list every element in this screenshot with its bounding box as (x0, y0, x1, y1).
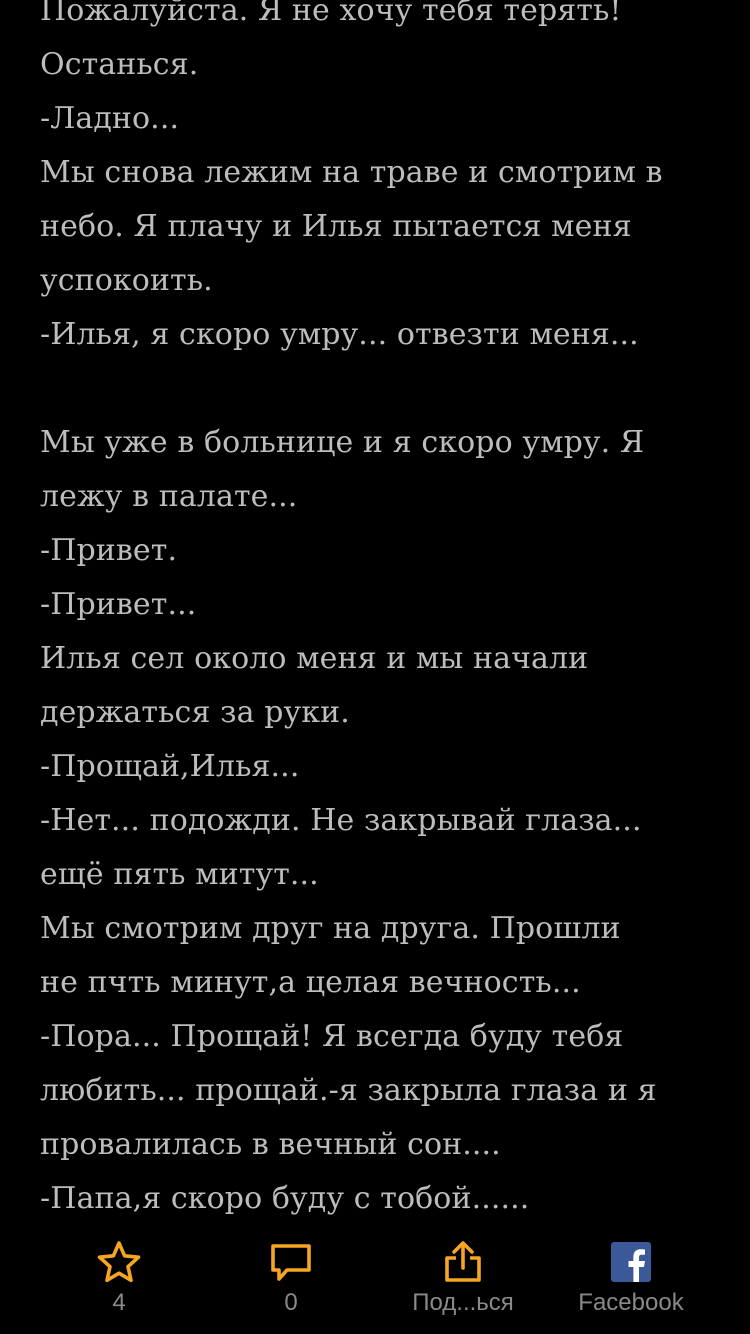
facebook-button[interactable]: Facebook (541, 1230, 721, 1334)
share-label: Под...ься (412, 1289, 514, 1316)
story-line: -Илья, я скоро умру... отвезти меня... (40, 317, 639, 352)
story-line: -Пора... Прощай! Я всегда буду тебя (40, 1019, 624, 1054)
story-text: Пожалуйста. Я не хочу тебя терять! Остан… (40, 0, 710, 1226)
comments-button[interactable]: 0 (201, 1230, 381, 1334)
story-line: -Нет... подожди. Не закрывай глаза... (40, 803, 642, 838)
story-line: небо. Я плачу и Илья пытается меня (40, 209, 632, 244)
rating-count: 4 (112, 1289, 126, 1316)
story-line: -Ладно... (40, 101, 180, 136)
story-line: любить... прощай.-я закрыла глаза и я (40, 1073, 657, 1108)
story-line: успокоить. (40, 263, 213, 298)
story-line: -Прощай,Илья... (40, 749, 300, 784)
story-line: -Привет. (40, 533, 178, 568)
comment-icon (269, 1240, 313, 1284)
story-line: -Привет... (40, 587, 197, 622)
story-line: Илья сел около меня и мы начали (40, 641, 589, 676)
star-icon (97, 1240, 141, 1284)
story-line: лежу в палате... (40, 479, 298, 514)
facebook-label: Facebook (578, 1289, 684, 1316)
share-icon (441, 1240, 485, 1284)
story-line: Мы уже в больнице и я скоро умру. Я (40, 425, 645, 460)
story-line: Останься. (40, 47, 199, 82)
facebook-icon (609, 1240, 653, 1284)
story-line: Мы смотрим друг на друга. Прошли (40, 911, 621, 946)
story-line: Мы снова лежим на траве и смотрим в (40, 155, 663, 190)
story-blank-line (40, 362, 710, 416)
story-line: Пожалуйста. Я не хочу тебя терять! (40, 0, 622, 28)
story-line: -Папа,я скоро буду с тобой...... (40, 1181, 530, 1216)
rate-button[interactable]: 4 (29, 1230, 209, 1334)
story-line: держаться за руки. (40, 695, 350, 730)
story-line: провалилась в вечный сон.... (40, 1127, 501, 1162)
story-line: не пчть минут,а целая вечность... (40, 965, 581, 1000)
story-line: ещё пять митут... (40, 857, 319, 892)
share-button[interactable]: Под...ься (373, 1230, 553, 1334)
comments-count: 0 (284, 1289, 298, 1316)
bottom-toolbar: 4 0 Под...ься Facebook (0, 1230, 750, 1334)
